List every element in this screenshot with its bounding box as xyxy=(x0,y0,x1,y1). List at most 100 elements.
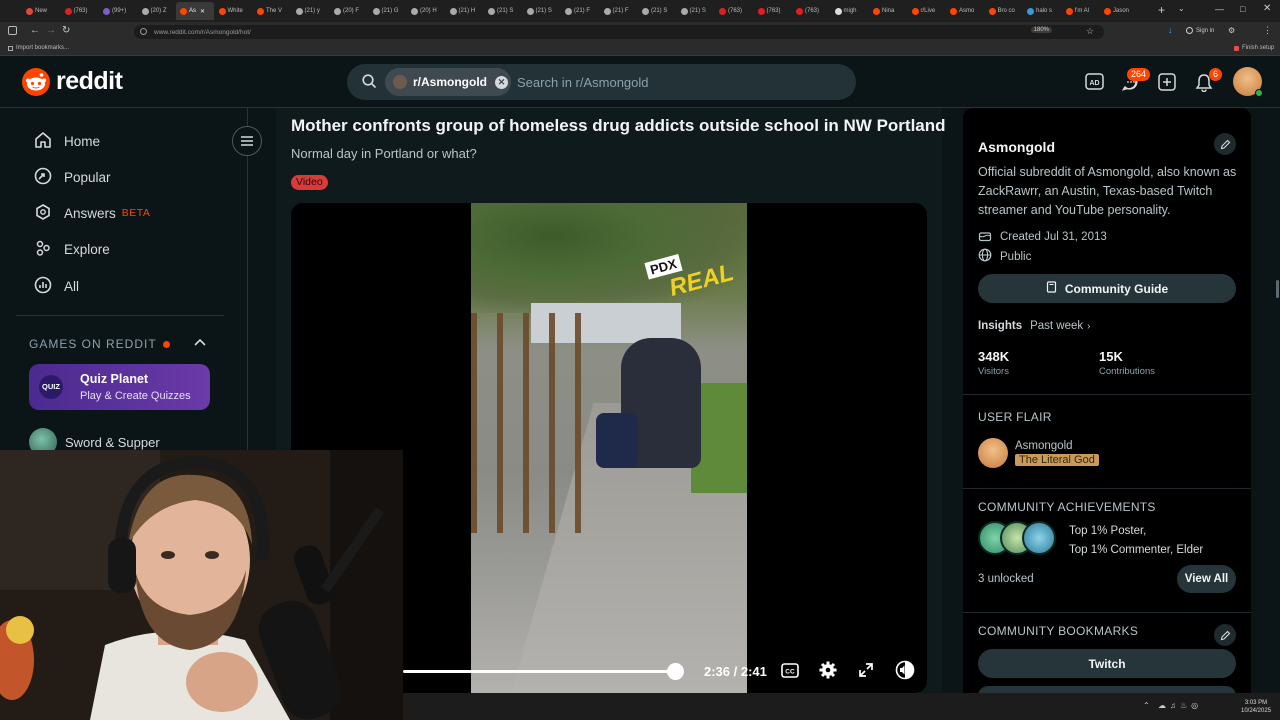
browser-tab[interactable]: White xyxy=(215,2,253,20)
settings-icon[interactable] xyxy=(819,661,837,684)
community-description: Official subreddit of Asmongold, also kn… xyxy=(978,165,1237,217)
cake-icon xyxy=(978,228,992,245)
forward-icon[interactable]: → xyxy=(46,25,56,36)
clear-chip-icon[interactable]: ✕ xyxy=(495,75,508,89)
browser-tab[interactable]: migh xyxy=(831,2,869,20)
view-all-button[interactable]: View All xyxy=(1177,565,1236,593)
user-flair-heading: USER FLAIR xyxy=(978,410,1052,424)
user-flair-preview[interactable]: Asmongold The Literal God xyxy=(978,438,1236,468)
community-guide-button[interactable]: Community Guide xyxy=(978,274,1236,303)
reload-icon[interactable]: ↻ xyxy=(62,25,70,36)
tab-favicon-icon xyxy=(680,7,688,15)
volume-icon[interactable] xyxy=(895,660,915,685)
bookmark-twitch-button[interactable]: Twitch xyxy=(978,649,1236,678)
tab-label: I'm Al xyxy=(1074,8,1089,14)
edit-bookmarks-icon[interactable] xyxy=(1214,624,1236,646)
sidebar-item-explore[interactable]: Explore xyxy=(16,231,224,267)
browser-tab[interactable]: The V xyxy=(253,2,291,20)
browser-tab[interactable]: (20) H xyxy=(407,2,445,20)
sidebar-item-home[interactable]: Home xyxy=(16,123,224,159)
browser-tab[interactable]: (21) S xyxy=(677,2,715,20)
tray-icons[interactable]: ☁♫♨◎ xyxy=(1158,701,1202,710)
collapse-chevron-icon[interactable] xyxy=(194,335,206,353)
video-controls: 2:36 / 2:41 CC xyxy=(403,655,927,687)
browser-tab[interactable]: (21) S xyxy=(523,2,561,20)
sign-in-button[interactable]: Sign in xyxy=(1186,27,1214,34)
search-community-chip[interactable]: r/Asmongold ✕ xyxy=(385,68,511,96)
tray-chevron-icon[interactable]: ⌃ xyxy=(1143,701,1150,710)
sidebar-toggle-icon[interactable] xyxy=(8,26,17,35)
video-scrubber-handle[interactable] xyxy=(667,663,684,680)
import-bookmarks-link[interactable]: Import bookmarks... xyxy=(8,45,69,51)
tab-dropdown-icon[interactable]: ⌄ xyxy=(1178,4,1185,13)
search-input[interactable]: Search in r/Asmongold xyxy=(517,75,649,90)
browser-tab[interactable]: Asmo xyxy=(946,2,984,20)
sidebar-item-all[interactable]: All xyxy=(16,268,224,304)
video-progress-bar[interactable] xyxy=(403,670,683,673)
back-icon[interactable]: ← xyxy=(30,25,40,36)
browser-tab[interactable]: (21) H xyxy=(446,2,484,20)
browser-tab[interactable]: (21) G xyxy=(369,2,407,20)
game-card-quiz-planet[interactable]: QUIZ Quiz Planet Play & Create Quizzes xyxy=(29,364,210,410)
sidebar-item-popular[interactable]: Popular xyxy=(16,159,224,195)
tab-favicon-icon xyxy=(218,7,226,15)
advertise-icon[interactable]: AD xyxy=(1085,73,1104,95)
insights-row[interactable]: Insights Past week › xyxy=(978,320,1091,332)
browser-tab[interactable]: As ✕ xyxy=(176,2,214,20)
browser-tab[interactable]: (21) S xyxy=(484,2,522,20)
clock-date: 10/24/2025 xyxy=(1241,708,1272,714)
browser-menu-icon[interactable]: ⋮ xyxy=(1263,25,1272,36)
edit-community-icon[interactable] xyxy=(1214,133,1236,155)
post-flair-video[interactable]: Video xyxy=(291,175,328,190)
browser-tab[interactable]: r/Live xyxy=(908,2,946,20)
browser-tab[interactable]: (20) Z xyxy=(138,2,176,20)
browser-tab[interactable]: New xyxy=(22,2,60,20)
tab-favicon-icon xyxy=(796,7,803,15)
browser-tab[interactable]: (21) F xyxy=(600,2,638,20)
maximize-icon[interactable]: □ xyxy=(1240,4,1245,14)
taskbar-clock[interactable]: 3:03 PM 10/24/2025 xyxy=(1241,699,1271,715)
games-section-heading[interactable]: GAMES ON REDDIT xyxy=(29,337,170,351)
extensions-icon[interactable]: ⚙ xyxy=(1228,26,1235,35)
captions-icon[interactable]: CC xyxy=(781,663,799,683)
browser-tab[interactable]: (763) xyxy=(792,2,830,20)
browser-tab[interactable]: halo s xyxy=(1023,2,1061,20)
browser-tab[interactable]: (763) xyxy=(61,2,99,20)
browser-tab[interactable]: Jason xyxy=(1100,2,1138,20)
tab-favicon-icon xyxy=(449,7,457,15)
browser-tab[interactable]: (21) S xyxy=(638,2,676,20)
finish-setup-link[interactable]: Finish setup xyxy=(1234,45,1274,51)
browser-tab[interactable]: (21) y xyxy=(292,2,330,20)
post-title[interactable]: Mother confronts group of homeless drug … xyxy=(291,116,946,136)
close-window-icon[interactable]: ✕ xyxy=(1263,3,1271,14)
browser-tab[interactable]: (21) F xyxy=(561,2,599,20)
reddit-wordmark[interactable]: reddit xyxy=(56,67,123,96)
close-tab-icon[interactable]: ✕ xyxy=(200,8,205,15)
bookmark-star-icon[interactable]: ☆ xyxy=(1086,26,1094,37)
download-icon[interactable]: ↓ xyxy=(1168,25,1173,35)
community-avatar xyxy=(393,75,407,89)
new-tab-icon[interactable]: + xyxy=(1158,3,1165,17)
browser-tab[interactable]: (20) F xyxy=(330,2,368,20)
achievement-badges[interactable] xyxy=(978,521,1060,557)
sidebar-toggle-button[interactable] xyxy=(232,126,262,156)
search-bar[interactable]: r/Asmongold ✕ Search in r/Asmongold xyxy=(347,64,856,100)
browser-tab[interactable]: (99+) xyxy=(99,2,137,20)
zoom-level[interactable]: 180% xyxy=(1030,27,1052,33)
fullscreen-icon[interactable] xyxy=(858,662,874,683)
browser-tab[interactable]: Nina xyxy=(869,2,907,20)
browser-tab[interactable]: Bro co xyxy=(985,2,1023,20)
reddit-logo-icon[interactable] xyxy=(22,68,50,96)
stat-value: 348K xyxy=(978,349,1010,364)
browser-tab[interactable]: (763) xyxy=(715,2,753,20)
community-name[interactable]: Asmongold xyxy=(978,139,1055,155)
page-scrollbar-thumb[interactable] xyxy=(1276,280,1279,298)
site-info-icon[interactable] xyxy=(140,28,147,35)
url-input[interactable]: www.reddit.com/r/Asmongold/hot/ 180% ☆ xyxy=(134,25,1104,39)
tab-label: (21) H xyxy=(458,8,476,14)
create-post-icon[interactable] xyxy=(1158,73,1176,96)
minimize-icon[interactable]: — xyxy=(1215,4,1224,14)
browser-tab[interactable]: (763) xyxy=(754,2,792,20)
browser-tab[interactable]: I'm Al xyxy=(1062,2,1100,20)
sidebar-item-answers[interactable]: Answers BETA xyxy=(16,195,224,231)
